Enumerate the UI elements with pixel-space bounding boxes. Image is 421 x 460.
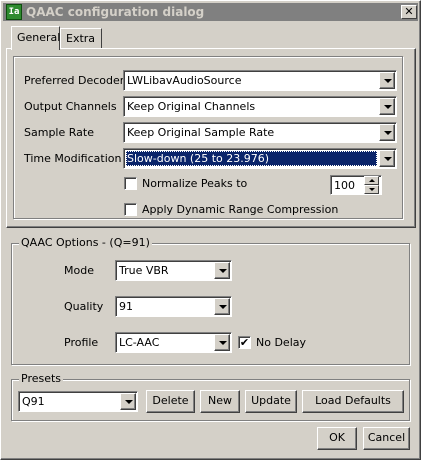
dropdown-button[interactable]: [379, 124, 395, 141]
ok-button[interactable]: OK: [317, 427, 357, 450]
output-channels-label: Output Channels: [24, 100, 117, 113]
dropdown-button[interactable]: [214, 298, 230, 315]
update-preset-button[interactable]: Update: [245, 390, 297, 413]
preferred-decoder-value: LWLibavAudioSource: [127, 74, 242, 87]
tab-general[interactable]: General: [11, 26, 60, 50]
qaac-config-window: Ia QAAC configuration dialog ✕ General E…: [0, 0, 421, 460]
drc-label: Apply Dynamic Range Compression: [142, 203, 339, 216]
no-delay-checkbox[interactable]: ✔: [238, 336, 251, 349]
normalize-peaks-label: Normalize Peaks to: [142, 177, 248, 190]
time-modification-label: Time Modification: [24, 152, 122, 165]
chevron-down-icon: [384, 157, 392, 161]
preferred-decoder-label: Preferred Decoder: [24, 74, 125, 87]
tab-extra[interactable]: Extra: [60, 28, 102, 49]
qaac-options-legend: QAAC Options - (Q=91): [19, 236, 152, 249]
normalize-peaks-input[interactable]: 100: [330, 175, 382, 195]
arrow-down-icon: [369, 188, 375, 191]
dropdown-button[interactable]: [120, 393, 136, 410]
mode-label: Mode: [64, 264, 94, 277]
normalize-peaks-checkbox[interactable]: [124, 177, 137, 190]
chevron-down-icon: [125, 400, 133, 404]
dropdown-button[interactable]: [214, 334, 230, 351]
load-defaults-button[interactable]: Load Defaults: [302, 390, 404, 413]
chevron-down-icon: [384, 131, 392, 135]
tab-extra-label: Extra: [66, 32, 96, 45]
time-modification-value: Slow-down (25 to 23.976): [126, 151, 377, 166]
profile-value: LC-AAC: [119, 336, 160, 349]
no-delay-label: No Delay: [256, 336, 306, 349]
close-icon[interactable]: ✕: [401, 5, 417, 19]
dropdown-button[interactable]: [379, 150, 395, 167]
profile-select[interactable]: LC-AAC: [115, 332, 232, 353]
tab-general-label: General: [17, 31, 61, 44]
cancel-button[interactable]: Cancel: [363, 427, 410, 450]
chevron-down-icon: [384, 79, 392, 83]
normalize-peaks-value: 100: [334, 179, 355, 192]
quality-label: Quality: [64, 300, 104, 313]
drc-checkbox[interactable]: [124, 203, 137, 216]
output-channels-value: Keep Original Channels: [127, 100, 256, 113]
delete-preset-button[interactable]: Delete: [146, 390, 195, 413]
checkmark-icon: ✔: [239, 336, 250, 349]
presets-value: Q91: [22, 395, 45, 408]
quality-select[interactable]: 91: [115, 296, 232, 317]
time-modification-select[interactable]: Slow-down (25 to 23.976): [123, 148, 397, 169]
chevron-down-icon: [384, 105, 392, 109]
preferred-decoder-select[interactable]: LWLibavAudioSource: [123, 70, 397, 91]
chevron-down-icon: [219, 305, 227, 309]
chevron-down-icon: [219, 341, 227, 345]
mode-value: True VBR: [119, 264, 169, 277]
quality-value: 91: [119, 300, 133, 313]
sample-rate-label: Sample Rate: [24, 126, 94, 139]
spin-up-button[interactable]: [364, 176, 379, 185]
spin-down-button[interactable]: [364, 185, 379, 194]
sample-rate-select[interactable]: Keep Original Sample Rate: [123, 122, 397, 143]
dropdown-button[interactable]: [379, 72, 395, 89]
arrow-up-icon: [369, 179, 375, 182]
chevron-down-icon: [219, 269, 227, 273]
title-bar[interactable]: Ia QAAC configuration dialog ✕: [3, 3, 418, 21]
mode-select[interactable]: True VBR: [115, 260, 232, 281]
window-title: QAAC configuration dialog: [26, 5, 205, 19]
dropdown-button[interactable]: [214, 262, 230, 279]
new-preset-button[interactable]: New: [200, 390, 240, 413]
qaac-app-icon: Ia: [6, 4, 22, 20]
sample-rate-value: Keep Original Sample Rate: [127, 126, 275, 139]
output-channels-select[interactable]: Keep Original Channels: [123, 96, 397, 117]
presets-select[interactable]: Q91: [18, 391, 138, 412]
dropdown-button[interactable]: [379, 98, 395, 115]
profile-label: Profile: [64, 336, 99, 349]
presets-legend: Presets: [19, 372, 64, 385]
